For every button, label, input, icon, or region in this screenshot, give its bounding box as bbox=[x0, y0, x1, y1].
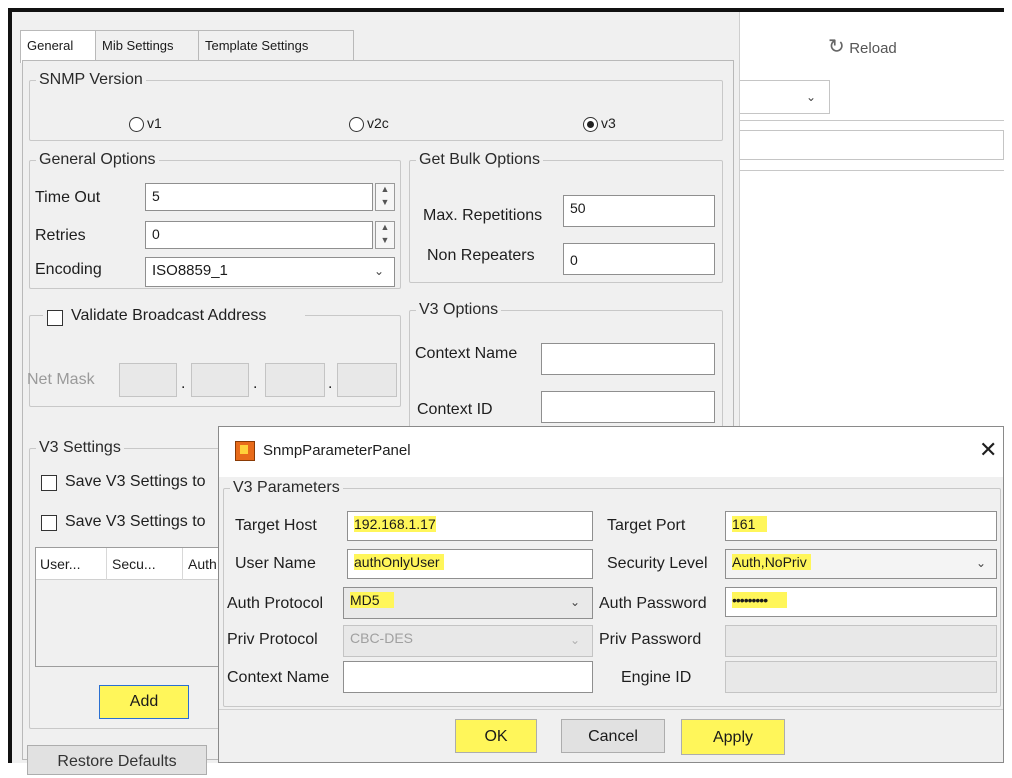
auth-protocol-select[interactable]: MD5 ⌄ bbox=[343, 587, 593, 619]
retries-label: Retries bbox=[35, 227, 86, 244]
context-id-label: Context ID bbox=[417, 401, 493, 418]
security-level-select[interactable]: Auth,NoPriv ⌄ bbox=[725, 549, 997, 579]
tab-template-settings[interactable]: Template Settings bbox=[198, 30, 354, 61]
netmask-octet-3[interactable] bbox=[265, 363, 325, 397]
save-v3-settings-label-1: Save V3 Settings to bbox=[65, 473, 206, 490]
priv-password-label: Priv Password bbox=[599, 631, 702, 648]
context-name-label: Context Name bbox=[415, 345, 518, 362]
non-repeaters-input[interactable]: 0 bbox=[563, 243, 715, 275]
max-repetitions-input[interactable]: 50 bbox=[563, 195, 715, 227]
priv-protocol-select[interactable]: CBC-DES ⌄ bbox=[343, 625, 593, 657]
timeout-input[interactable]: 5 bbox=[145, 183, 373, 211]
timeout-label: Time Out bbox=[35, 189, 101, 206]
validate-broadcast-row: Validate Broadcast Address bbox=[43, 307, 305, 329]
non-repeaters-label: Non Repeaters bbox=[427, 247, 535, 264]
encoding-select[interactable]: ISO8859_1 ⌄ bbox=[145, 257, 395, 287]
retries-spinner[interactable]: ▲ ▼ bbox=[375, 221, 395, 249]
priv-protocol-label: Priv Protocol bbox=[227, 631, 318, 648]
netmask-label: Net Mask bbox=[27, 371, 95, 388]
apply-button[interactable]: Apply bbox=[681, 719, 785, 755]
validate-broadcast-label: Validate Broadcast Address bbox=[71, 307, 267, 324]
target-host-label: Target Host bbox=[235, 517, 317, 534]
auth-protocol-label: Auth Protocol bbox=[227, 595, 324, 612]
close-icon[interactable]: ✕ bbox=[979, 437, 997, 463]
v3-users-table[interactable]: User... Secu... Auth... bbox=[35, 547, 235, 667]
user-name-input[interactable]: authOnlyUser bbox=[347, 549, 593, 579]
dialog-context-name-input[interactable] bbox=[343, 661, 593, 693]
table-header: User... Secu... Auth... bbox=[36, 548, 234, 580]
max-repetitions-label: Max. Repetitions bbox=[423, 207, 543, 224]
column-user[interactable]: User... bbox=[40, 556, 80, 572]
save-v3-settings-checkbox-1[interactable] bbox=[41, 475, 57, 491]
reload-icon: ↻ bbox=[828, 36, 845, 58]
chevron-down-icon: ⌄ bbox=[976, 556, 987, 570]
radio-v3[interactable] bbox=[583, 117, 598, 132]
timeout-spinner[interactable]: ▲ ▼ bbox=[375, 183, 395, 211]
cancel-button[interactable]: Cancel bbox=[561, 719, 665, 753]
dialog-titlebar: SnmpParameterPanel ✕ bbox=[219, 427, 1003, 477]
chevron-down-icon: ⌄ bbox=[374, 264, 385, 278]
add-button[interactable]: Add bbox=[99, 685, 189, 719]
netmask-octet-2[interactable] bbox=[191, 363, 249, 397]
validate-broadcast-checkbox[interactable] bbox=[47, 310, 63, 326]
netmask-octet-1[interactable] bbox=[119, 363, 177, 397]
auth-password-input[interactable]: ••••••••• bbox=[725, 587, 997, 617]
chevron-down-icon: ⌄ bbox=[570, 633, 581, 647]
context-id-input[interactable] bbox=[541, 391, 715, 423]
retries-input[interactable]: 0 bbox=[145, 221, 373, 249]
dialog-context-name-label: Context Name bbox=[227, 669, 330, 686]
auth-password-label: Auth Password bbox=[599, 595, 707, 612]
dialog-title: SnmpParameterPanel bbox=[263, 442, 411, 459]
oid-field[interactable] bbox=[740, 130, 1004, 160]
host-combo[interactable]: ⌄ bbox=[740, 80, 830, 114]
chevron-down-icon: ⌄ bbox=[806, 90, 817, 104]
save-v3-settings-checkbox-2[interactable] bbox=[41, 515, 57, 531]
security-level-label: Security Level bbox=[607, 555, 708, 572]
radio-v3-label: v3 bbox=[601, 115, 616, 131]
radio-v1-label: v1 bbox=[147, 115, 162, 131]
ok-button[interactable]: OK bbox=[455, 719, 537, 753]
encoding-label: Encoding bbox=[35, 261, 102, 278]
radio-v1[interactable] bbox=[129, 117, 144, 132]
user-name-label: User Name bbox=[235, 555, 316, 572]
priv-password-input[interactable] bbox=[725, 625, 997, 657]
netmask-octet-4[interactable] bbox=[337, 363, 397, 397]
chevron-down-icon: ⌄ bbox=[570, 595, 581, 609]
dialog-divider bbox=[219, 709, 1003, 710]
save-v3-settings-label-2: Save V3 Settings to bbox=[65, 513, 206, 530]
target-port-label: Target Port bbox=[607, 517, 686, 534]
context-name-input[interactable] bbox=[541, 343, 715, 375]
divider bbox=[740, 170, 1004, 171]
divider bbox=[740, 120, 1004, 121]
app-icon bbox=[235, 441, 255, 461]
column-security[interactable]: Secu... bbox=[112, 556, 156, 572]
snmp-parameter-dialog: SnmpParameterPanel ✕ V3 Parameters Targe… bbox=[218, 426, 1004, 763]
tab-mib-settings[interactable]: Mib Settings bbox=[95, 30, 211, 61]
engine-id-input[interactable] bbox=[725, 661, 997, 693]
radio-v2c-label: v2c bbox=[367, 115, 389, 131]
target-port-input[interactable]: 161 bbox=[725, 511, 997, 541]
target-host-input[interactable]: 192.168.1.17 bbox=[347, 511, 593, 541]
engine-id-label: Engine ID bbox=[621, 669, 692, 686]
radio-v2c[interactable] bbox=[349, 117, 364, 132]
reload-button[interactable]: ↻ Reload bbox=[828, 34, 897, 59]
